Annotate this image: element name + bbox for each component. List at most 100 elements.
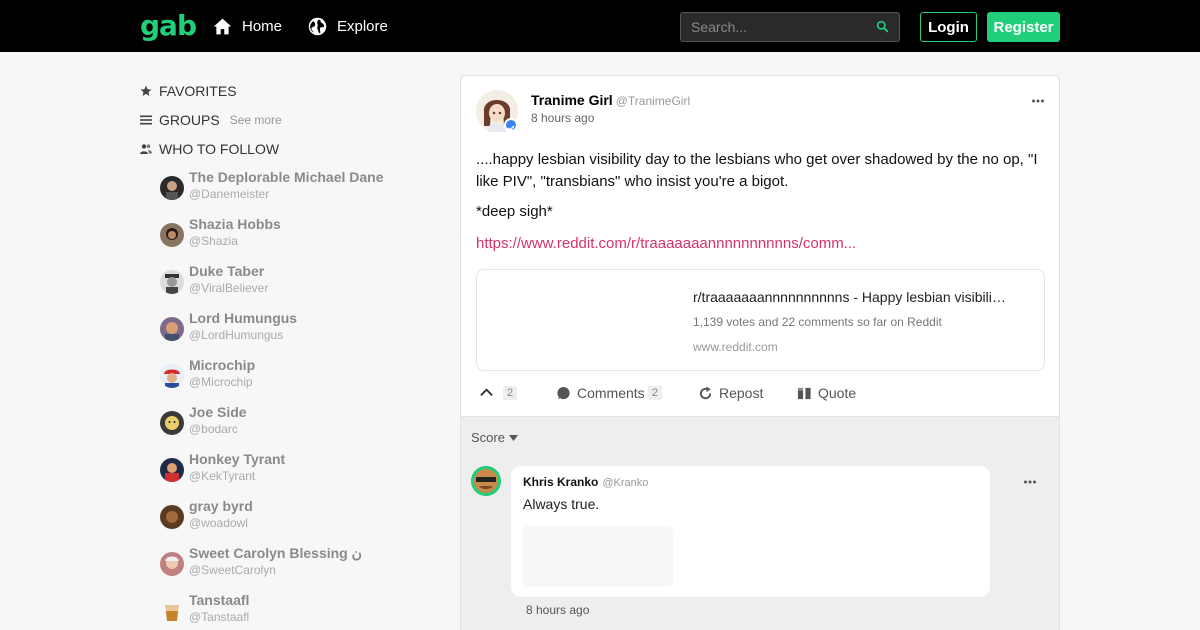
search-input[interactable]	[681, 13, 866, 41]
comment-timestamp[interactable]: 8 hours ago	[526, 603, 589, 617]
who-to-follow-list: The Deplorable Michael Dane @Danemeister …	[140, 169, 440, 630]
follow-suggestion[interactable]: gray byrd @woadowl	[140, 498, 440, 545]
like-button[interactable]: 2	[479, 385, 518, 400]
follow-suggestion[interactable]: Tanstaafl @Tanstaafl	[140, 592, 440, 630]
groups-see-more-link[interactable]: See more	[230, 113, 282, 127]
post-author-handle: @TranimeGirl	[615, 94, 691, 108]
follow-suggestion[interactable]: Duke Taber @ViralBeliever	[140, 263, 440, 310]
search-box	[680, 12, 900, 42]
comment-media-placeholder[interactable]	[522, 526, 673, 587]
login-button[interactable]: Login	[920, 12, 977, 42]
who-to-follow-label: WHO TO FOLLOW	[159, 140, 280, 157]
follow-handle: @Danemeister	[189, 187, 270, 201]
groups-label: GROUPS	[159, 111, 220, 128]
follow-name: gray byrd	[189, 498, 253, 514]
repost-label: Repost	[719, 385, 764, 401]
nav-explore-label: Explore	[337, 18, 388, 35]
quote-icon	[797, 387, 811, 399]
comment-bubble-icon	[557, 386, 570, 399]
avatar	[160, 270, 184, 294]
comments-count: 2	[647, 386, 662, 400]
avatar	[160, 552, 184, 576]
comments-section: Score Khris Kranko @Kranko Always true. 8…	[460, 417, 1060, 630]
sidebar-groups[interactable]: GROUPS See more	[140, 105, 440, 134]
post-author-avatar[interactable]	[476, 90, 518, 132]
comments-button[interactable]: Comments 2	[556, 385, 662, 401]
search-icon[interactable]	[876, 20, 889, 33]
left-sidebar: FAVORITES GROUPS See more WHO TO FOLLOW …	[140, 76, 440, 630]
follow-suggestion[interactable]: Lord Humungus @LordHumungus	[140, 310, 440, 357]
caret-down-icon	[508, 434, 518, 441]
comment-author[interactable]: Khris Kranko @Kranko	[523, 475, 648, 489]
follow-handle: @SweetCarolyn	[189, 563, 276, 577]
follow-suggestion[interactable]: The Deplorable Michael Dane @Danemeister	[140, 169, 440, 216]
post-body-text: ....happy lesbian visibility day to the …	[476, 151, 1038, 190]
top-navbar: gab Home Explore Login Register	[0, 0, 1200, 52]
follow-handle: @Microchip	[189, 375, 253, 389]
gab-logo[interactable]: gab	[140, 9, 197, 42]
sidebar-favorites[interactable]: FAVORITES	[140, 76, 440, 105]
comment-more-options-icon[interactable]	[1023, 475, 1037, 489]
follow-name: Sweet Carolyn Blessing ن	[189, 545, 362, 561]
follow-suggestion[interactable]: Sweet Carolyn Blessing ن @SweetCarolyn	[140, 545, 440, 592]
follow-handle: @LordHumungus	[189, 328, 284, 342]
comment-bubble: Khris Kranko @Kranko Always true.	[511, 466, 990, 597]
like-count: 2	[503, 385, 518, 400]
follow-suggestion[interactable]: Joe Side @bodarc	[140, 404, 440, 451]
list-icon	[140, 115, 152, 124]
comments-label: Comments	[577, 385, 645, 401]
link-preview-title: r/traaaaaaannnnnnnnnns - Happy lesbian v…	[693, 289, 1006, 305]
avatar	[160, 505, 184, 529]
nav-explore-link[interactable]: Explore	[307, 16, 388, 37]
post-timestamp[interactable]: 8 hours ago	[531, 111, 594, 125]
home-icon	[213, 18, 232, 35]
follow-suggestion[interactable]: Shazia Hobbs @Shazia	[140, 216, 440, 263]
follow-suggestion[interactable]: Honkey Tyrant @KekTyrant	[140, 451, 440, 498]
avatar	[160, 411, 184, 435]
follow-handle: @ViralBeliever	[189, 281, 269, 295]
comment-author-name: Khris Kranko	[523, 475, 599, 489]
quote-button[interactable]: Quote	[797, 385, 856, 401]
register-button[interactable]: Register	[987, 12, 1060, 42]
repost-icon	[699, 385, 712, 399]
follow-name: Microchip	[189, 357, 256, 373]
avatar	[160, 458, 184, 482]
post-author-name: Tranime Girl	[531, 92, 613, 108]
users-icon	[140, 143, 152, 154]
follow-name: Joe Side	[189, 404, 247, 420]
sort-dropdown[interactable]: Score	[471, 430, 518, 445]
post-body-text-2: *deep sigh*	[476, 203, 553, 220]
follow-name: Tanstaafl	[189, 592, 250, 608]
more-options-icon[interactable]	[1031, 94, 1045, 108]
link-preview-description: 1,139 votes and 22 comments so far on Re…	[693, 315, 942, 329]
follow-handle: @woadowl	[189, 516, 248, 530]
avatar	[160, 317, 184, 341]
follow-name: Shazia Hobbs	[189, 216, 281, 232]
link-preview-card[interactable]: r/traaaaaaannnnnnnnnns - Happy lesbian v…	[476, 269, 1045, 371]
quote-label: Quote	[818, 385, 857, 401]
follow-handle: @Shazia	[189, 234, 238, 248]
post-author[interactable]: Tranime Girl @TranimeGirl	[531, 92, 690, 108]
comment-author-handle: @Kranko	[602, 477, 649, 489]
follow-handle: @KekTyrant	[189, 469, 256, 483]
sidebar-who-to-follow: WHO TO FOLLOW	[140, 134, 440, 163]
comment-author-avatar[interactable]	[471, 466, 501, 496]
avatar	[160, 599, 184, 623]
verified-badge-icon	[504, 118, 518, 132]
repost-button[interactable]: Repost	[698, 385, 763, 401]
sort-label: Score	[471, 430, 505, 445]
globe-icon	[308, 17, 327, 36]
nav-home-link[interactable]: Home	[212, 16, 282, 37]
nav-home-label: Home	[242, 18, 283, 35]
follow-name: Lord Humungus	[189, 310, 298, 326]
post-actions: 2 Comments 2 Repost Quote	[479, 385, 1049, 407]
chevron-up-icon	[480, 388, 493, 396]
post-link[interactable]: https://www.reddit.com/r/traaaaaaannnnnn…	[476, 235, 856, 252]
avatar	[160, 364, 184, 388]
follow-suggestion[interactable]: Microchip @Microchip	[140, 357, 440, 404]
follow-name: Honkey Tyrant	[189, 451, 286, 467]
favorites-label: FAVORITES	[159, 82, 237, 99]
link-preview-domain: www.reddit.com	[693, 340, 778, 354]
follow-name: The Deplorable Michael Dane	[189, 169, 384, 185]
follow-name: Duke Taber	[189, 263, 265, 279]
